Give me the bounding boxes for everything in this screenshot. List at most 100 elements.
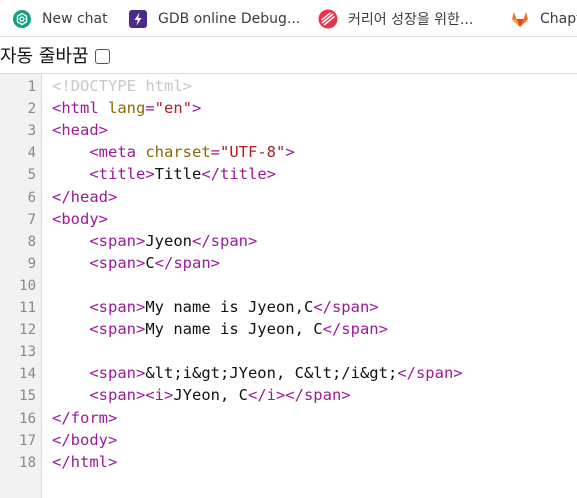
code-token: JYeon, C [173, 386, 248, 405]
code-token: = [210, 143, 220, 162]
bookmark-career[interactable]: 커리어 성장을 위한... [318, 0, 473, 36]
line-number: 5 [27, 167, 36, 184]
code-token: charset [145, 143, 211, 162]
line-code: <span>&lt;i&gt;JYeon, C&lt;/i&gt;</span> [52, 362, 463, 384]
line-code: <span>C</span> [52, 252, 220, 274]
code-token: <span> [89, 253, 146, 272]
code-token: </body> [52, 430, 118, 449]
line-code: <span>Jyeon</span> [52, 230, 257, 252]
code-token: <span> [89, 320, 146, 339]
line-number: 12 [19, 322, 36, 339]
code-line: 2 <html lang="en"> [0, 97, 577, 119]
code-line: 18 </html> [0, 451, 577, 473]
code-token: </title> [201, 165, 276, 184]
line-number: 8 [27, 233, 36, 250]
code-line: 8 <span>Jyeon</span> [0, 230, 577, 252]
line-number: 1 [27, 79, 36, 95]
code-token: </span> [192, 231, 258, 250]
bookmarks-bar: New chat GDB online Debug... 커리어 성장을 위한.… [0, 0, 577, 37]
line-code: </html> [52, 451, 117, 473]
code-token: <span><i> [89, 386, 174, 405]
bookmark-chapter[interactable]: Chapt [510, 0, 577, 36]
code-token: <html [52, 99, 108, 118]
code-line: 4 <meta charset="UTF-8"> [0, 141, 577, 163]
career-icon [318, 9, 338, 29]
code-token: "en" [154, 99, 192, 118]
code-token: C [145, 253, 155, 272]
code-token: <span> [89, 364, 146, 383]
line-number: 6 [27, 189, 36, 206]
code-line: 7 <body> [0, 208, 577, 230]
code-token: My name is Jyeon, C [145, 320, 323, 339]
gitlab-icon [510, 9, 530, 29]
code-token: </html> [52, 452, 118, 471]
line-code: </form> [52, 407, 117, 429]
code-line: 17 </body> [0, 429, 577, 451]
code-token: </span> [313, 298, 379, 316]
line-number: 17 [19, 432, 36, 449]
line-code: <title>Title</title> [52, 163, 276, 185]
word-wrap-label: 자동 줄바꿈 [0, 46, 89, 67]
code-token: <body> [52, 209, 108, 228]
bookmark-gdb-online[interactable]: GDB online Debug... [128, 0, 301, 36]
code-token: </form> [52, 408, 118, 427]
line-code: <meta charset="UTF-8"> [52, 141, 295, 163]
bookmark-label: GDB online Debug... [158, 10, 301, 27]
line-number: 2 [27, 101, 36, 118]
code-line: 6 </head> [0, 186, 577, 208]
line-code: <html lang="en"> [52, 97, 201, 119]
line-code: <body> [52, 208, 108, 230]
code-line: 9 <span>C</span> [0, 252, 577, 274]
line-code: <head> [52, 119, 108, 141]
bookmark-new-chat[interactable]: New chat [12, 0, 108, 36]
code-line: 16 </form> [0, 407, 577, 429]
code-token: Title [154, 165, 202, 184]
word-wrap-toggle[interactable]: 자동 줄바꿈 [0, 40, 110, 70]
code-line: 1 <!DOCTYPE html> [0, 75, 577, 97]
code-token: <span> [89, 231, 146, 250]
code-token: <head> [52, 121, 108, 140]
line-code: <span>My name is Jyeon,C</span> [52, 296, 379, 318]
code-token: lang [108, 99, 146, 118]
line-number: 9 [27, 255, 36, 272]
code-token: <title> [89, 165, 155, 184]
line-number: 3 [27, 123, 36, 140]
code-line: 14 <span>&lt;i&gt;JYeon, C&lt;/i&gt;</sp… [0, 362, 577, 384]
line-number: 7 [27, 211, 36, 228]
code-token: > [192, 99, 202, 118]
code-line: 3 <head> [0, 119, 577, 141]
line-number: 18 [19, 454, 36, 471]
code-token: <!DOCTYPE html> [52, 77, 192, 95]
line-code: <!DOCTYPE html> [52, 75, 192, 97]
code-line: 12 <span>My name is Jyeon, C</span> [0, 318, 577, 340]
code-token: <span> [89, 298, 146, 316]
line-number: 15 [19, 388, 36, 405]
bookmark-label: New chat [42, 10, 108, 27]
code-token: &lt;i&gt;JYeon, C&lt;/i&gt; [145, 364, 398, 383]
line-code: </head> [52, 186, 117, 208]
code-editor[interactable]: 1 <!DOCTYPE html> 2 <html lang="en"> 3 <head>… [0, 73, 577, 498]
code-line: 11 <span>My name is Jyeon,C</span> [0, 296, 577, 318]
code-token: </head> [52, 187, 118, 206]
code-token: </span> [154, 253, 220, 272]
line-number: 14 [19, 366, 36, 383]
line-code: <span><i>JYeon, C</i></span> [52, 384, 351, 406]
code-token: </span> [397, 364, 463, 383]
code-token: = [145, 99, 155, 118]
chatgpt-icon [12, 9, 32, 29]
code-line: 5 <title>Title</title> [0, 163, 577, 185]
code-token: </i></span> [247, 386, 351, 405]
code-line: 13 [0, 340, 577, 362]
gdb-icon [128, 9, 148, 29]
code-token: </span> [322, 320, 388, 339]
word-wrap-checkbox[interactable] [94, 48, 110, 64]
code-line: 15 <span><i>JYeon, C</i></span> [0, 384, 577, 406]
code-token: > [285, 143, 295, 162]
